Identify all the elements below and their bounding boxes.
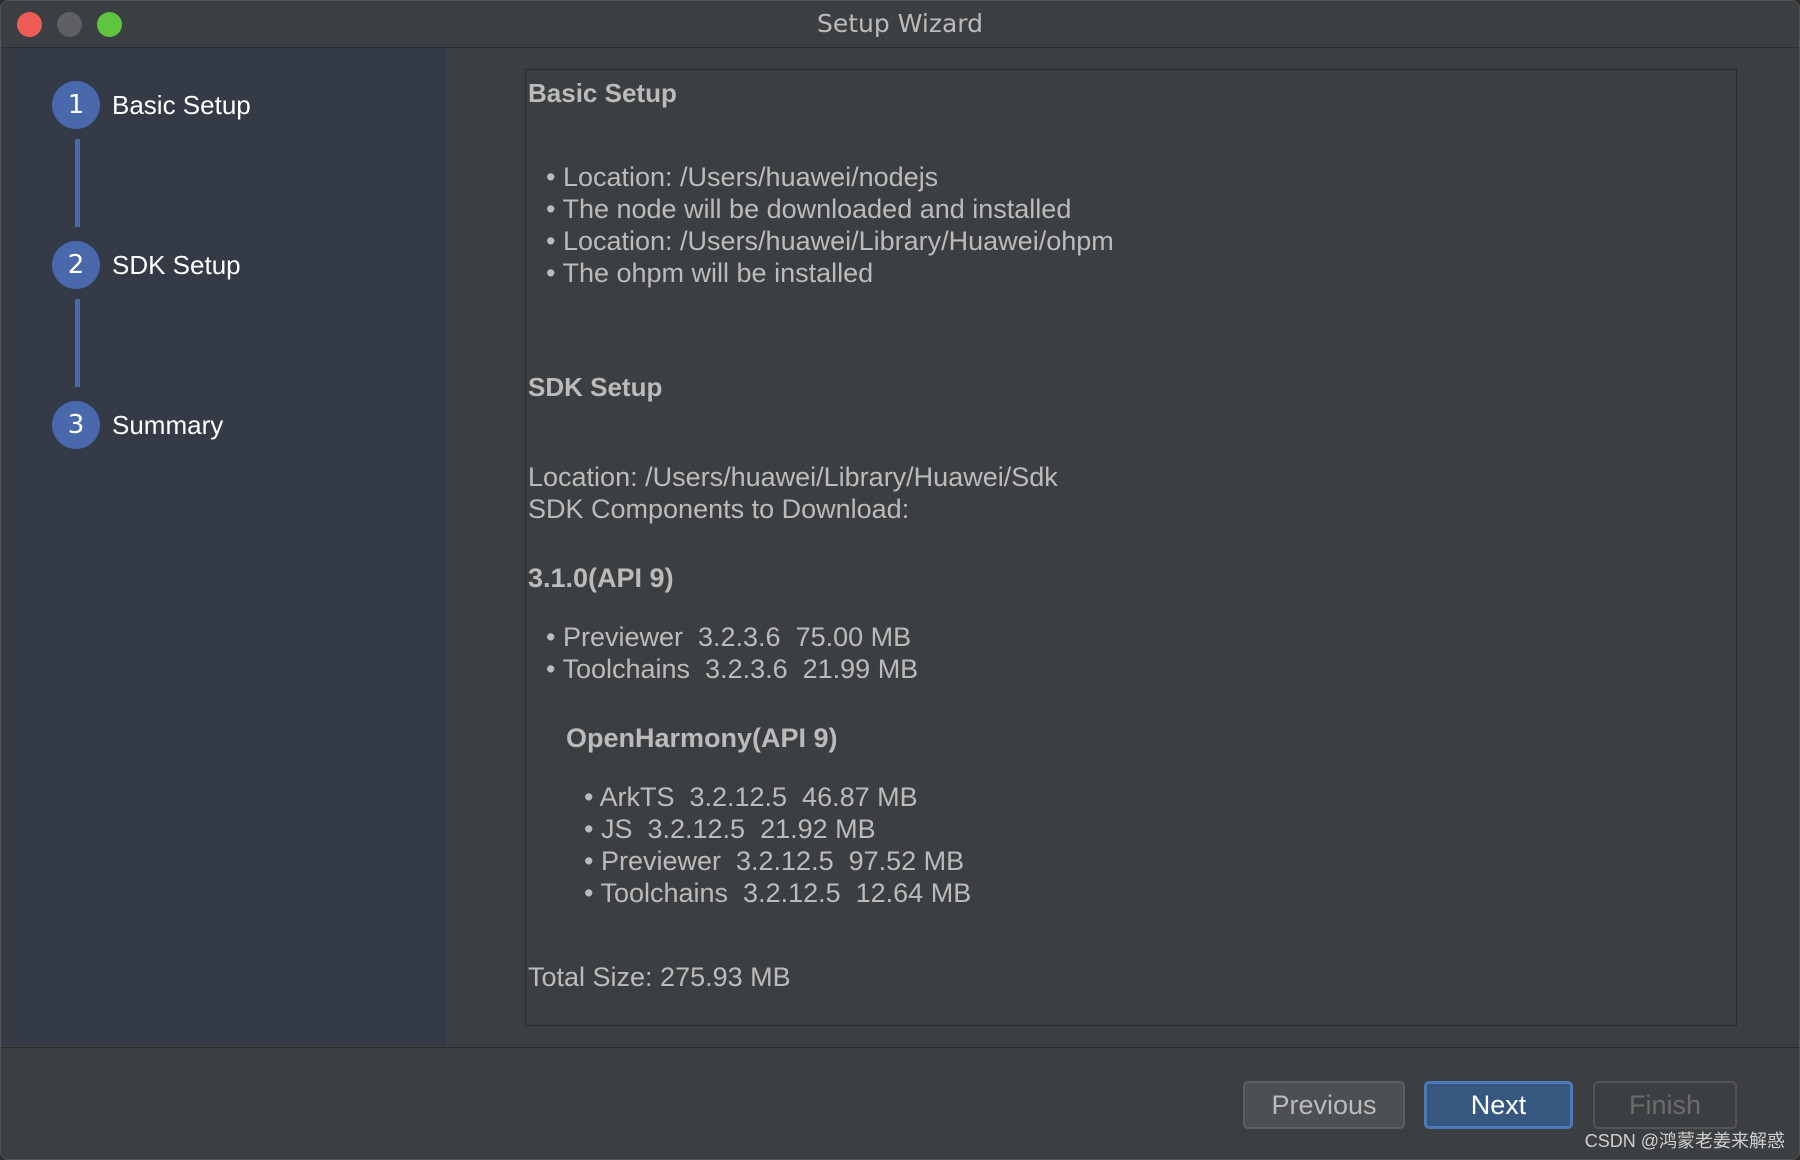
sdk-group-title: 3.1.0(API 9) (528, 563, 674, 593)
step-label: Summary (112, 409, 224, 440)
step-sdk-setup[interactable]: 2 SDK Setup (52, 241, 241, 289)
step-number-badge: 3 (52, 401, 100, 449)
step-summary[interactable]: 3 Summary (52, 401, 223, 449)
next-button[interactable]: Next (1424, 1081, 1573, 1129)
title-bar: Setup Wizard (1, 1, 1799, 48)
list-item: ArkTS 3.2.12.5 46.87 MB (584, 782, 917, 813)
list-item: Location: /Users/huawei/Library/Huawei/o… (546, 226, 1114, 257)
step-label: Basic Setup (112, 89, 251, 120)
step-connector (75, 139, 80, 227)
sdk-components-label: SDK Components to Download: (528, 494, 910, 524)
previous-button[interactable]: Previous (1243, 1081, 1405, 1129)
step-label: SDK Setup (112, 249, 241, 280)
summary-content-panel: Basic Setup Location: /Users/huawei/node… (525, 69, 1737, 1026)
window-title: Setup Wizard (817, 9, 983, 38)
list-item: Toolchains 3.2.3.6 21.99 MB (546, 654, 918, 685)
sdk-location: Location: /Users/huawei/Library/Huawei/S… (528, 462, 1058, 492)
wizard-footer: Previous Next Finish CSDN @鸿蒙老姜来解惑 (1, 1047, 1799, 1159)
step-number-badge: 1 (52, 81, 100, 129)
wizard-steps-sidebar: 1 Basic Setup 2 SDK Setup 3 Summary (2, 48, 446, 1046)
list-item: Toolchains 3.2.12.5 12.64 MB (584, 878, 971, 909)
step-number-badge: 2 (52, 241, 100, 289)
basic-setup-heading: Basic Setup (528, 78, 677, 108)
total-size: Total Size: 275.93 MB (528, 962, 791, 992)
list-item: JS 3.2.12.5 21.92 MB (584, 814, 876, 845)
sdk-setup-heading: SDK Setup (528, 372, 663, 402)
finish-button[interactable]: Finish (1593, 1081, 1737, 1129)
sdk-group-title: OpenHarmony(API 9) (566, 723, 838, 753)
step-connector (75, 299, 80, 387)
list-item: The node will be downloaded and installe… (546, 194, 1071, 225)
list-item: The ohpm will be installed (546, 258, 873, 289)
watermark: CSDN @鸿蒙老姜来解惑 (1584, 1131, 1785, 1151)
setup-wizard-window: Setup Wizard 1 Basic Setup 2 SDK Setup 3… (0, 0, 1800, 1160)
list-item: Previewer 3.2.3.6 75.00 MB (546, 622, 911, 653)
list-item: Previewer 3.2.12.5 97.52 MB (584, 846, 964, 877)
step-basic-setup[interactable]: 1 Basic Setup (52, 81, 251, 129)
list-item: Location: /Users/huawei/nodejs (546, 162, 938, 193)
